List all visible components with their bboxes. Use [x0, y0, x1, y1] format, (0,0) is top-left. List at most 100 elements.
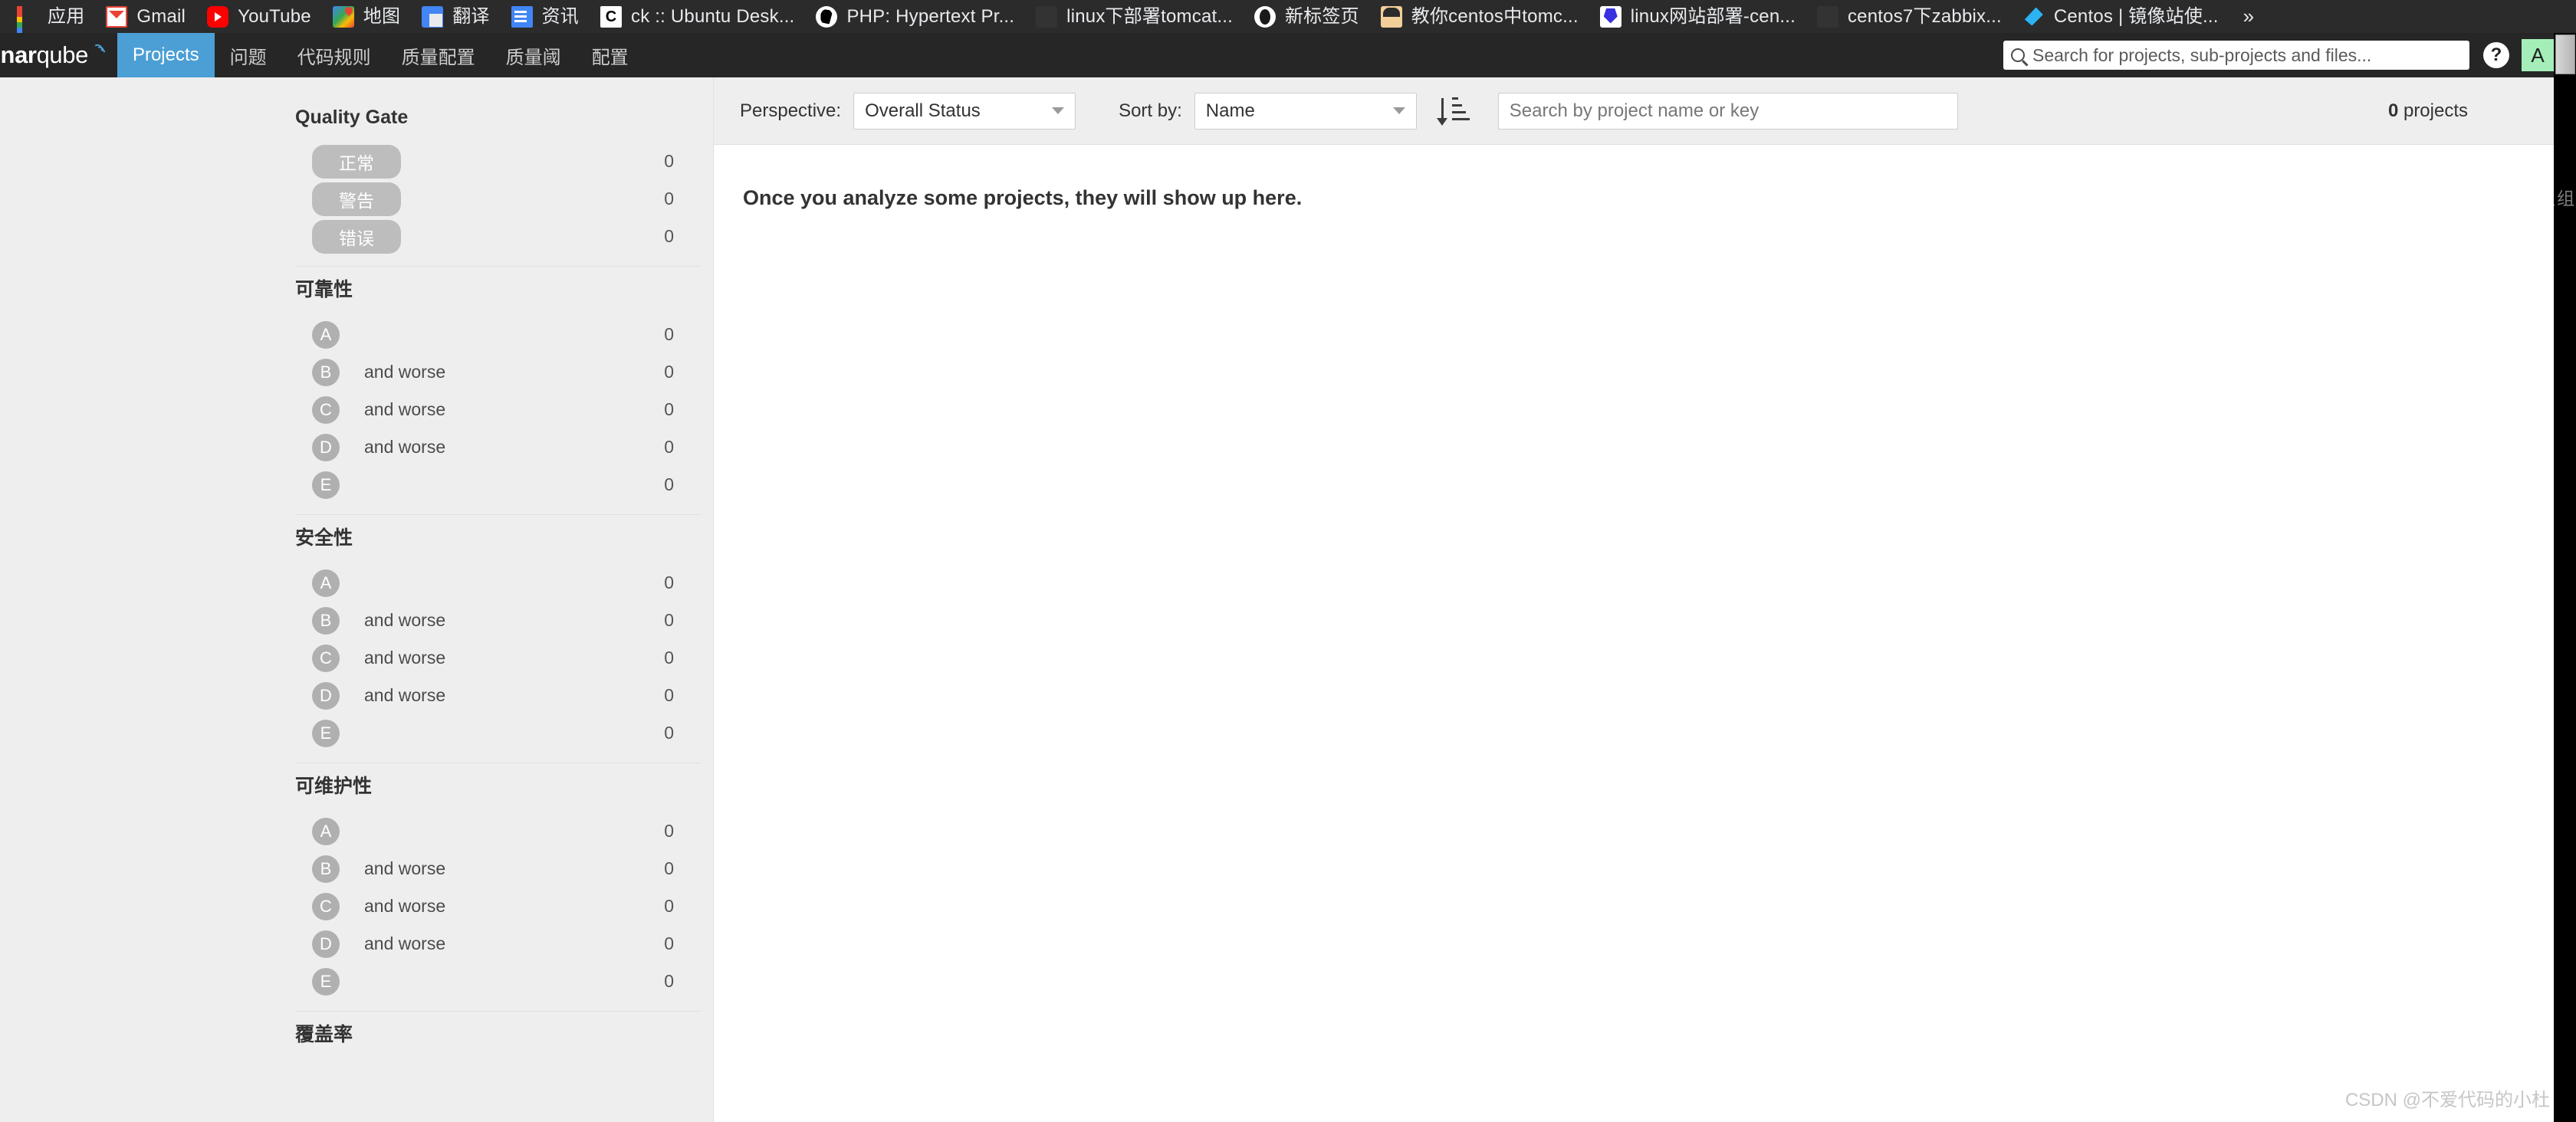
- facet-count: 0: [664, 474, 674, 494]
- facet-row-maintainability-e[interactable]: E 0: [295, 963, 702, 1000]
- facet-row-security-c[interactable]: C and worse 0: [295, 639, 702, 677]
- nav-item-label: 问题: [229, 47, 267, 68]
- bookmark-label: 教你centos中tomc...: [1411, 6, 1579, 27]
- facet-row-reliability-c[interactable]: C and worse 0: [295, 391, 702, 428]
- facets-list: Quality Gate 正常 0 警告 0 错误 0 可靠性 A 0 B an…: [295, 99, 702, 1071]
- bookmark-maps[interactable]: 地图: [322, 0, 411, 33]
- bookmark-centos-mirror[interactable]: Centos | 镜像站使...: [2013, 0, 2229, 33]
- facet-title: 可维护性: [295, 776, 373, 797]
- logo-text-bold: onar: [0, 41, 37, 68]
- facet-row-security-a[interactable]: A 0: [295, 564, 702, 602]
- bookmark-tomcat-deploy[interactable]: linux下部署tomcat...: [1025, 0, 1244, 33]
- bookmark-news[interactable]: 资讯: [501, 0, 590, 33]
- bookmark-label: YouTube: [238, 6, 311, 27]
- facet-row-maintainability-a[interactable]: A 0: [295, 812, 702, 850]
- bookmark-new-tab[interactable]: 新标签页: [1244, 0, 1370, 33]
- facet-count: 0: [664, 437, 674, 457]
- screen: 应用 Gmail YouTube 地图 翻译 资讯 C ck :: Ubuntu…: [0, 0, 2576, 1122]
- page-body: Quality Gate 正常 0 警告 0 错误 0 可靠性 A 0 B an…: [0, 77, 2554, 1122]
- facet-row-quality-gate-ok[interactable]: 正常 0: [295, 143, 702, 180]
- sort-arrow: [1436, 97, 1447, 126]
- chevron-down-icon: [1052, 107, 1065, 114]
- bookmark-translate[interactable]: 翻译: [411, 0, 500, 33]
- rating-badge: C: [312, 644, 340, 672]
- nav-item-quality-profiles[interactable]: 质量配置: [386, 33, 491, 77]
- facet-row-maintainability-b[interactable]: B and worse 0: [295, 850, 702, 887]
- youtube-icon: [207, 5, 229, 28]
- bookmark-ck-ubuntu[interactable]: C ck :: Ubuntu Desk...: [590, 0, 805, 33]
- nav-item-quality-gates[interactable]: 质量阈: [491, 33, 577, 77]
- project-search-input[interactable]: Search by project name or key: [1497, 92, 1958, 130]
- anime-avatar-icon: [1380, 5, 1402, 28]
- help-icon[interactable]: ?: [2483, 42, 2509, 68]
- sonarqube-navbar: onarqube Projects 问题 代码规则 质量配置 质量阈 配置: [0, 33, 2554, 77]
- background-window-text: 组组: [2554, 189, 2576, 208]
- sonarqube-waves-icon: [84, 41, 113, 68]
- facet-row-label: and worse: [364, 399, 446, 419]
- php-icon: [816, 5, 838, 28]
- sonarqube-logo[interactable]: onarqube: [0, 33, 117, 77]
- facet-row-label: and worse: [364, 858, 446, 878]
- apps-grid-icon: [17, 5, 38, 33]
- facet-title: 安全性: [295, 527, 353, 549]
- rating-badge: D: [312, 433, 340, 461]
- facet-row-label: and worse: [364, 933, 446, 953]
- baidu-icon: [1599, 5, 1622, 28]
- facet-title: Quality Gate: [295, 107, 409, 128]
- new-tab-icon: [1254, 5, 1276, 28]
- facet-row-reliability-b[interactable]: B and worse 0: [295, 353, 702, 391]
- bookmarks-overflow-button[interactable]: »: [2229, 0, 2268, 33]
- facet-count: 0: [664, 648, 674, 668]
- facet-row-reliability-a[interactable]: A 0: [295, 316, 702, 353]
- sort-by-select[interactable]: Name: [1194, 92, 1417, 130]
- facet-row-reliability-e[interactable]: E 0: [295, 466, 702, 504]
- search-icon: [2011, 48, 2025, 62]
- facet-row-maintainability-d[interactable]: D and worse 0: [295, 925, 702, 963]
- facet-row-label: and worse: [364, 610, 446, 630]
- facet-row-security-e[interactable]: E 0: [295, 714, 702, 752]
- browser-bookmarks-bar: 应用 Gmail YouTube 地图 翻译 资讯 C ck :: Ubuntu…: [0, 0, 2576, 33]
- page-scrollbar-thumb[interactable]: [2555, 34, 2575, 74]
- facet-row-security-b[interactable]: B and worse 0: [295, 602, 702, 639]
- nav-item-issues[interactable]: 问题: [215, 33, 282, 77]
- avatar[interactable]: A: [2522, 39, 2554, 71]
- rating-badge: D: [312, 681, 340, 710]
- bookmark-gmail[interactable]: Gmail: [95, 0, 196, 33]
- perspective-value: Overall Status: [865, 100, 981, 121]
- bookmark-linux-site-deploy[interactable]: linux网站部署-cen...: [1589, 0, 1806, 33]
- bookmark-label: 新标签页: [1284, 6, 1359, 27]
- perspective-select[interactable]: Overall Status: [853, 92, 1076, 130]
- facet-count: 0: [664, 572, 674, 592]
- facet-count: 0: [664, 821, 674, 841]
- bookmark-label: Gmail: [136, 6, 186, 27]
- bookmark-centos-tomcat[interactable]: 教你centos中tomc...: [1370, 0, 1589, 33]
- facet-row-reliability-d[interactable]: D and worse 0: [295, 428, 702, 466]
- global-search-input[interactable]: Search for projects, sub-projects and fi…: [2003, 41, 2469, 70]
- nav-item-label: 代码规则: [297, 47, 371, 68]
- bookmark-zabbix[interactable]: centos7下zabbix...: [1806, 0, 2013, 33]
- facet-count: 0: [664, 685, 674, 705]
- ck-icon: C: [600, 5, 623, 28]
- facet-maintainability: 可维护性 A 0 B and worse 0 C and worse 0 D a…: [295, 763, 702, 1012]
- perspective-label: Perspective:: [740, 100, 842, 121]
- facet-count: 0: [664, 399, 674, 419]
- facet-row-quality-gate-error[interactable]: 错误 0: [295, 218, 702, 255]
- bookmark-youtube[interactable]: YouTube: [196, 0, 322, 33]
- facet-row-label: and worse: [364, 437, 446, 457]
- bookmark-php[interactable]: PHP: Hypertext Pr...: [805, 0, 1025, 33]
- facet-row-security-d[interactable]: D and worse 0: [295, 677, 702, 714]
- bookmark-label: 应用: [48, 6, 85, 27]
- facet-title: 可靠性: [295, 279, 353, 300]
- bookmark-apps[interactable]: 应用: [6, 0, 95, 33]
- nav-item-projects[interactable]: Projects: [117, 33, 215, 77]
- rating-badge: A: [312, 817, 340, 845]
- sort-descending-icon[interactable]: [1436, 94, 1472, 129]
- facet-row-maintainability-c[interactable]: C and worse 0: [295, 887, 702, 925]
- facets-sidebar: Quality Gate 正常 0 警告 0 错误 0 可靠性 A 0 B an…: [0, 77, 713, 1122]
- facet-row-quality-gate-warn[interactable]: 警告 0: [295, 180, 702, 218]
- nav-item-administration[interactable]: 配置: [577, 33, 644, 77]
- sort-by-label: Sort by:: [1119, 100, 1182, 121]
- rating-badge: B: [312, 358, 340, 386]
- nav-item-label: 配置: [591, 47, 629, 68]
- nav-item-rules[interactable]: 代码规则: [282, 33, 386, 77]
